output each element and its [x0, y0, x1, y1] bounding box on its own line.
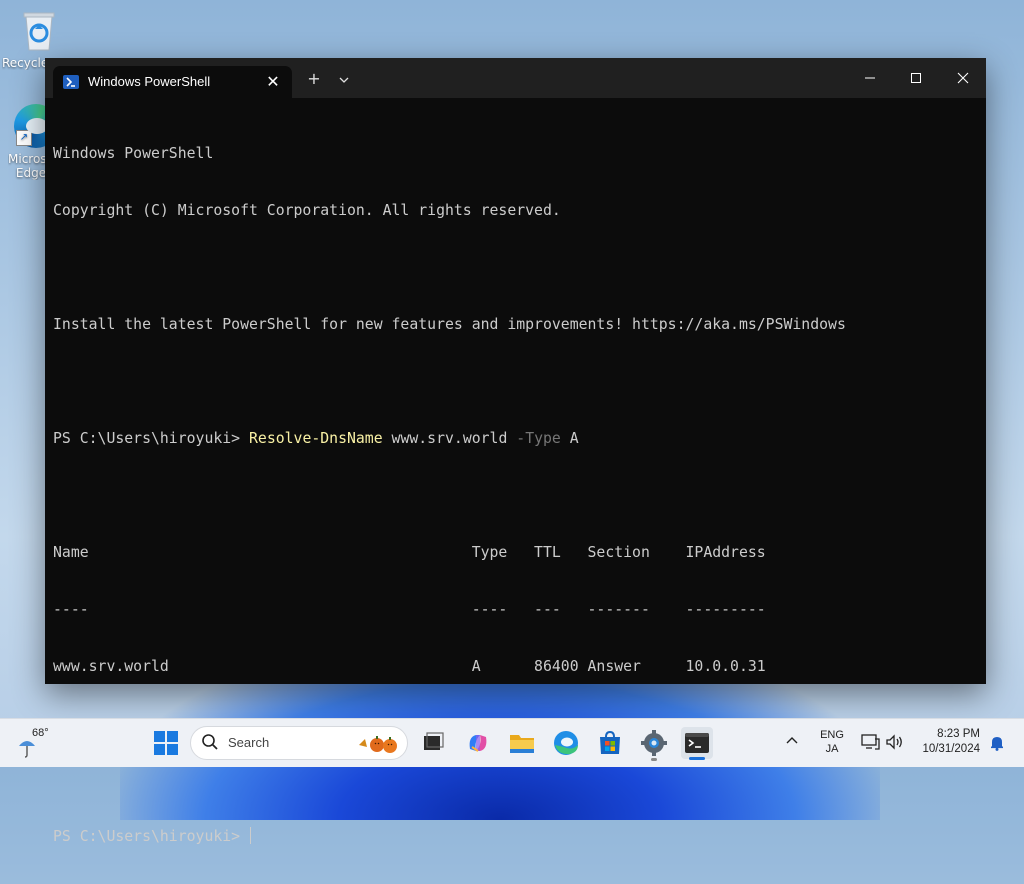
command-parameter: -Type	[516, 430, 561, 447]
text-cursor	[250, 827, 251, 844]
show-hidden-icons-button[interactable]	[785, 734, 799, 752]
tab-windows-powershell[interactable]: Windows PowerShell ✕	[53, 66, 292, 98]
task-view-button[interactable]	[418, 727, 450, 759]
close-icon	[957, 72, 969, 84]
search-placeholder: Search	[228, 735, 270, 750]
maximize-button[interactable]	[893, 58, 939, 98]
prompt: PS C:\Users\hiroyuki>	[53, 430, 249, 447]
tab-close-icon[interactable]: ✕	[261, 70, 285, 94]
tab-title: Windows PowerShell	[88, 74, 211, 89]
banner-line: Windows PowerShell	[53, 145, 214, 162]
system-clock[interactable]: 8:23 PM 10/31/2024	[914, 727, 980, 757]
settings-running-indicator	[651, 758, 657, 761]
gear-icon	[641, 730, 667, 756]
folder-icon	[510, 735, 534, 753]
terminal-active-indicator	[689, 757, 705, 760]
shortcut-arrow-icon: ↗	[16, 130, 32, 146]
powershell-window[interactable]: Windows PowerShell ✕ + Windows PowerShel…	[45, 58, 986, 845]
bell-icon	[991, 737, 1003, 751]
copyright-line: Copyright (C) Microsoft Corporation. All…	[53, 202, 561, 219]
powershell-icon	[63, 75, 79, 89]
minimize-icon	[865, 77, 875, 79]
close-button[interactable]	[940, 58, 986, 98]
taskbar-search[interactable]: Search	[190, 726, 408, 760]
parameter-value: A	[560, 430, 579, 447]
title-bar[interactable]: Windows PowerShell ✕ +	[45, 58, 986, 98]
windows-logo-icon	[154, 731, 165, 742]
notifications-button[interactable]	[989, 735, 1005, 755]
umbrella-icon	[19, 741, 35, 758]
terminal-button[interactable]	[681, 727, 713, 759]
install-line: Install the latest PowerShell for new fe…	[53, 316, 846, 333]
start-button[interactable]	[154, 731, 178, 755]
terminal-icon	[685, 733, 709, 753]
settings-button[interactable]	[638, 727, 670, 759]
copilot-icon	[469, 735, 487, 752]
copilot-button[interactable]	[462, 727, 494, 759]
edge-button[interactable]	[550, 727, 582, 759]
table-row: www.srv.world A 86400 Answer 10.0.0.31	[53, 658, 766, 675]
search-icon	[202, 734, 218, 750]
tab-dropdown-button[interactable]	[332, 68, 356, 92]
desktop-icon-label: Recycle Bin	[2, 56, 46, 70]
prompt: PS C:\Users\hiroyuki>	[53, 828, 249, 845]
clock-date: 10/31/2024	[922, 743, 980, 755]
store-icon	[600, 730, 620, 754]
keyboard-layout: JA	[825, 743, 839, 755]
command-line: PS C:\Users\hiroyuki> Resolve-DnsName ww…	[53, 429, 978, 448]
file-explorer-button[interactable]	[506, 727, 538, 759]
table-header: Name Type TTL Section IPAddress	[53, 544, 766, 561]
table-divider: ---- ---- --- ------- ---------	[53, 601, 766, 618]
new-tab-button[interactable]: +	[302, 68, 326, 92]
weather-temperature: 68°	[32, 727, 49, 739]
language-code: ENG	[820, 729, 844, 741]
microsoft-store-button[interactable]	[594, 727, 626, 759]
chevron-down-icon	[339, 77, 349, 83]
prompt-line[interactable]: PS C:\Users\hiroyuki>	[53, 827, 978, 846]
chevron-up-icon	[786, 737, 798, 744]
halloween-pumpkins-icon	[359, 736, 397, 753]
edge-icon	[554, 731, 578, 755]
clock-time: 8:23 PM	[937, 728, 980, 740]
task-view-icon	[424, 732, 444, 750]
minimize-button[interactable]	[847, 58, 893, 98]
volume-icon[interactable]	[885, 733, 905, 755]
terminal-output[interactable]: Windows PowerShell Copyright (C) Microso…	[53, 106, 978, 845]
network-icon[interactable]	[860, 733, 880, 755]
command-argument: www.srv.world	[382, 430, 517, 447]
cmdlet-name: Resolve-DnsName	[249, 430, 383, 447]
weather-widget[interactable]: 68°	[16, 727, 56, 759]
recycle-bin-icon	[20, 10, 58, 52]
maximize-icon	[911, 73, 921, 83]
input-language-indicator[interactable]: ENG JA	[818, 728, 846, 756]
